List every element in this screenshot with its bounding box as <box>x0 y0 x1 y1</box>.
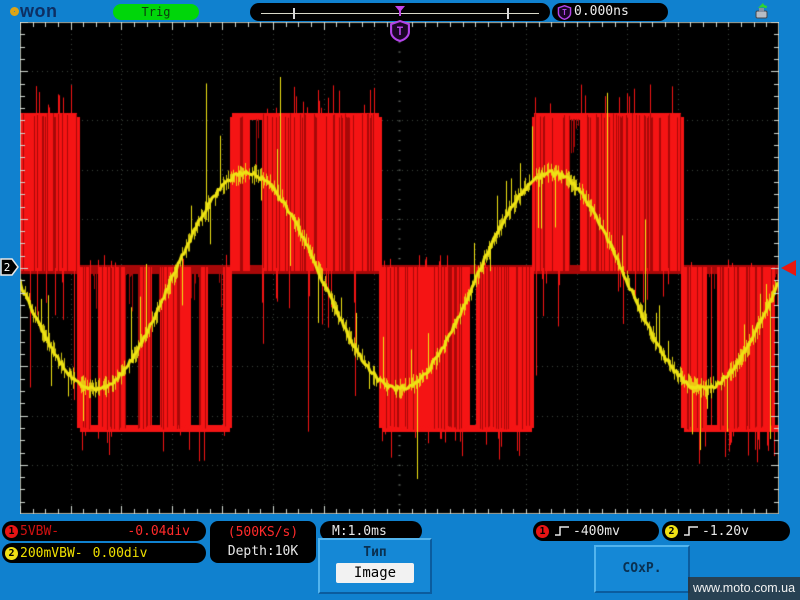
record-trigger-marker-icon <box>394 6 406 18</box>
record-window-right-bracket <box>507 8 509 19</box>
header-bar: won Trig T 0.000ns <box>0 0 800 22</box>
trigger2-level-readout: 2 -1.20v <box>662 521 790 541</box>
sample-rate: (500KS/s) <box>228 523 298 542</box>
owon-logo: won <box>10 1 58 21</box>
trigger-time-value: 0.000ns <box>574 3 629 21</box>
usb-device-icon <box>752 2 770 20</box>
trigger1-badge: 1 <box>536 525 549 538</box>
record-depth: Depth:10K <box>228 542 298 561</box>
trigger-t-icon: T <box>557 5 572 20</box>
svg-text:T: T <box>397 24 404 38</box>
channel1-offset: -0.04div <box>127 524 190 539</box>
svg-text:2: 2 <box>4 261 11 274</box>
trigger1-level-readout: 1 -400mv <box>533 521 659 541</box>
oscilloscope-screen: won Trig T 0.000ns T <box>0 0 800 600</box>
menu-type-value-button[interactable]: Image <box>336 563 414 583</box>
record-position-bar <box>250 3 550 21</box>
timebase-value: M:1.0ms <box>332 524 387 539</box>
channel1-info-readout: 1 5VBW- -0.04div <box>2 521 206 541</box>
save-button[interactable]: СОхР. <box>594 545 690 593</box>
owon-logo-text: won <box>20 2 58 20</box>
channel2-zero-marker[interactable]: 2 <box>0 258 19 276</box>
trigger1-level: -400mv <box>573 524 620 539</box>
trigger-time-readout: T 0.000ns <box>552 3 668 21</box>
owon-logo-o-ring <box>10 7 19 16</box>
channel2-scale: 200mVBW- <box>20 546 83 561</box>
trigger-position-marker[interactable]: T <box>389 20 411 42</box>
trigger-status-badge: Trig <box>113 4 199 20</box>
trigger2-level: -1.20v <box>702 524 749 539</box>
status-bar: 1 5VBW- -0.04div 2 200mVBW- 0.00div (500… <box>0 514 800 600</box>
svg-text:T: T <box>562 8 567 17</box>
save-menu-panel: Тип Image <box>318 538 432 594</box>
channel2-info-readout: 2 200mVBW- 0.00div <box>2 543 206 563</box>
channel2-badge: 2 <box>5 547 18 560</box>
acquisition-readout: (500KS/s) Depth:10K <box>210 521 316 563</box>
channel1-badge: 1 <box>5 525 18 538</box>
rising-edge-icon <box>554 524 570 538</box>
channel2-offset: 0.00div <box>93 546 148 561</box>
waveform-display <box>20 22 779 514</box>
menu-type-label: Тип <box>320 545 430 560</box>
watermark: www.moto.com.ua <box>688 577 800 600</box>
record-window-left-bracket <box>293 8 295 19</box>
channel1-scale: 5VBW- <box>20 524 59 539</box>
channel1-trigger-level-arrow[interactable] <box>781 260 796 276</box>
trigger2-badge: 2 <box>665 525 678 538</box>
rising-edge-icon <box>683 524 699 538</box>
